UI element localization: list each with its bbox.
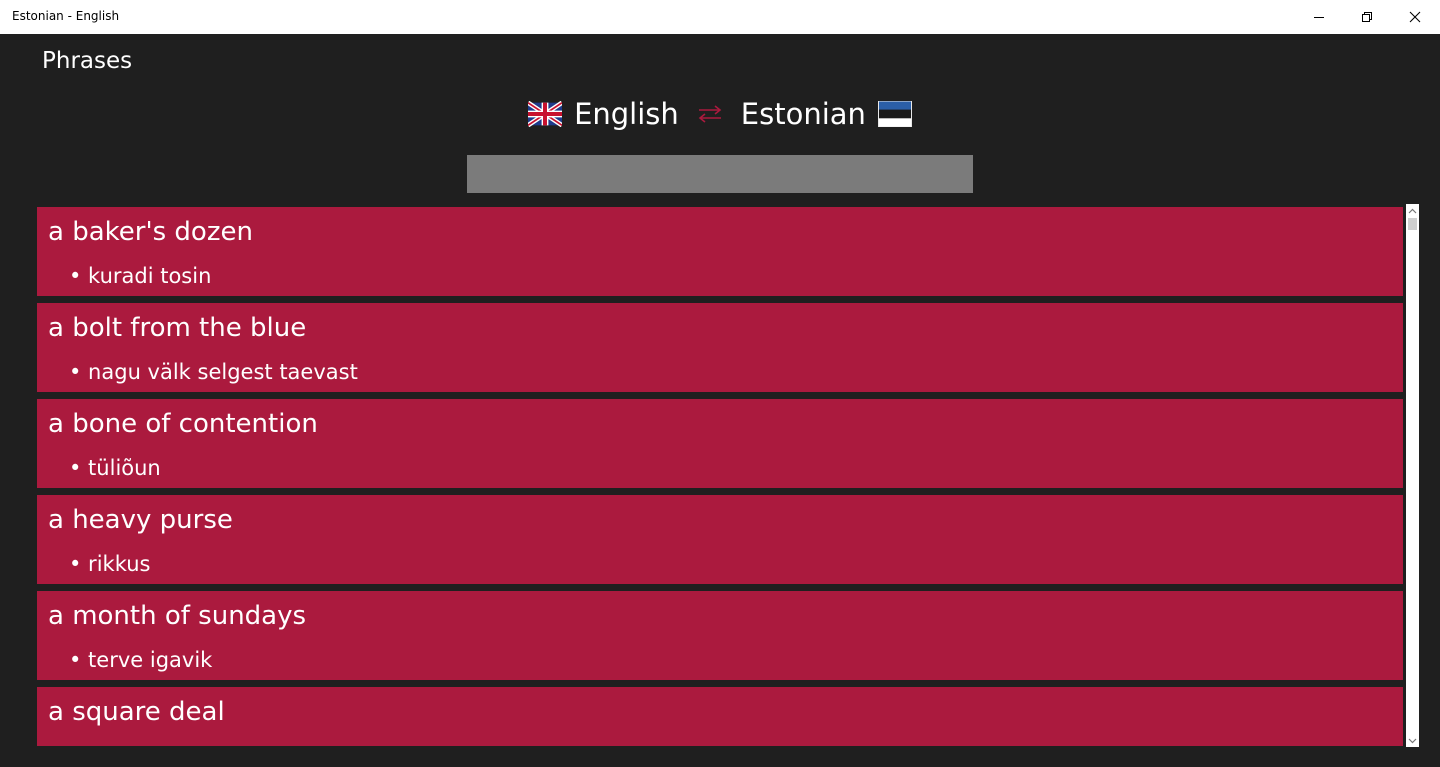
- phrase-translation: • tüliõun: [69, 456, 161, 480]
- minimize-button[interactable]: [1296, 0, 1342, 34]
- phrase-list-item[interactable]: a square deal: [37, 687, 1403, 746]
- phrase-text: a square deal: [48, 697, 225, 727]
- search-input[interactable]: [467, 155, 973, 193]
- phrase-translation: • rikkus: [69, 552, 151, 576]
- minimize-icon: [1314, 17, 1324, 18]
- phrase-text: a baker's dozen: [48, 217, 253, 247]
- window-title: Estonian - English: [12, 9, 120, 23]
- uk-flag-icon[interactable]: [528, 101, 563, 127]
- scroll-up-button[interactable]: [1406, 204, 1419, 217]
- phrase-translation: • kuradi tosin: [69, 264, 212, 288]
- restore-button[interactable]: [1344, 0, 1390, 34]
- phrase-list-item[interactable]: a bolt from the blue • nagu välk selgest…: [37, 303, 1403, 392]
- source-language-label[interactable]: English: [574, 97, 679, 131]
- phrase-list-item[interactable]: a heavy purse • rikkus: [37, 495, 1403, 584]
- phrase-text: a bone of contention: [48, 409, 318, 439]
- close-icon: [1409, 11, 1421, 23]
- estonia-flag-icon[interactable]: [877, 101, 912, 127]
- target-language-label[interactable]: Estonian: [741, 97, 866, 131]
- phrase-translation: • terve igavik: [69, 648, 213, 672]
- chevron-down-icon: [1408, 738, 1417, 743]
- scroll-down-button[interactable]: [1406, 734, 1419, 747]
- phrase-list-item[interactable]: a bone of contention • tüliõun: [37, 399, 1403, 488]
- phrase-text: a month of sundays: [48, 601, 307, 631]
- phrase-list[interactable]: a baker's dozen • kuradi tosin a bolt fr…: [37, 207, 1403, 746]
- title-bar: Estonian - English: [0, 0, 1440, 34]
- language-selector: English Estonian: [0, 92, 1440, 136]
- phrase-text: a heavy purse: [48, 505, 233, 535]
- restore-icon: [1362, 12, 1372, 22]
- vertical-scrollbar[interactable]: [1406, 204, 1419, 747]
- phrase-list-item[interactable]: a baker's dozen • kuradi tosin: [37, 207, 1403, 296]
- page-title: Phrases: [42, 48, 133, 74]
- scrollbar-thumb[interactable]: [1408, 218, 1417, 230]
- close-button[interactable]: [1392, 0, 1438, 34]
- phrase-text: a bolt from the blue: [48, 313, 307, 343]
- chevron-up-icon: [1408, 208, 1417, 213]
- phrase-list-item[interactable]: a month of sundays • terve igavik: [37, 591, 1403, 680]
- phrase-translation: • nagu välk selgest taevast: [69, 360, 358, 384]
- swap-languages-icon[interactable]: [697, 103, 723, 125]
